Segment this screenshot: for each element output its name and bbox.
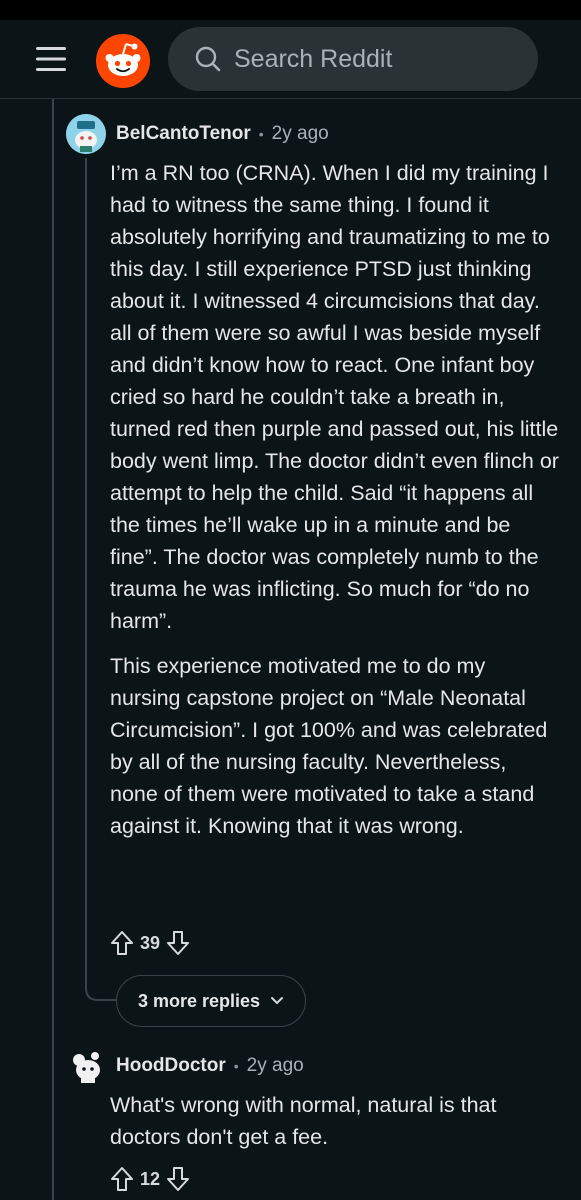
downvote-arrow-icon[interactable]	[166, 1166, 190, 1192]
comment-meta: BelCantoTenor • 2y ago	[116, 119, 329, 149]
avatar[interactable]	[66, 114, 106, 154]
separator-dot: •	[258, 126, 264, 142]
vote-bar: 39	[110, 927, 190, 959]
avatar[interactable]	[66, 1046, 106, 1086]
thread-line-parent[interactable]	[52, 99, 54, 1200]
timestamp: 2y ago	[246, 1055, 304, 1076]
top-app-bar: Search Reddit	[0, 20, 581, 99]
vote-bar: 12	[110, 1163, 190, 1195]
reddit-logo[interactable]	[96, 34, 150, 88]
downvote-arrow-icon[interactable]	[166, 930, 190, 956]
comment-paragraph: I’m a RN too (CRNA). When I did my train…	[110, 161, 559, 633]
more-replies-label: 3 more replies	[137, 990, 261, 1011]
vote-count: 12	[140, 1168, 161, 1189]
comment-paragraph: What's wrong with normal, natural is tha…	[110, 1093, 497, 1149]
search-placeholder: Search Reddit	[234, 44, 393, 73]
comment-paragraph: This experience motivated me to do my nu…	[110, 654, 548, 838]
chevron-down-icon	[271, 997, 284, 1005]
vote-count: 39	[140, 932, 161, 953]
snoo-avatar-icon	[66, 114, 106, 154]
search-icon	[195, 46, 221, 72]
comment-meta: HoodDoctor • 2y ago	[116, 1051, 304, 1081]
status-bar	[0, 0, 581, 20]
username[interactable]: HoodDoctor	[116, 1055, 226, 1077]
more-replies-button[interactable]: 3 more replies	[116, 975, 306, 1027]
thread-line-reply[interactable]	[85, 158, 87, 990]
upvote-arrow-icon[interactable]	[110, 930, 134, 956]
hamburger-menu-icon[interactable]	[36, 46, 66, 72]
snoo-avatar-icon	[66, 1046, 106, 1086]
comment-body: I’m a RN too (CRNA). When I did my train…	[110, 157, 560, 842]
username[interactable]: BelCantoTenor	[116, 123, 251, 145]
comment-body: What's wrong with normal, natural is tha…	[110, 1089, 550, 1153]
separator-dot: •	[233, 1058, 239, 1074]
timestamp: 2y ago	[271, 123, 329, 144]
upvote-arrow-icon[interactable]	[110, 1166, 134, 1192]
thread-connector	[85, 978, 119, 1001]
search-bar[interactable]: Search Reddit	[168, 27, 538, 91]
